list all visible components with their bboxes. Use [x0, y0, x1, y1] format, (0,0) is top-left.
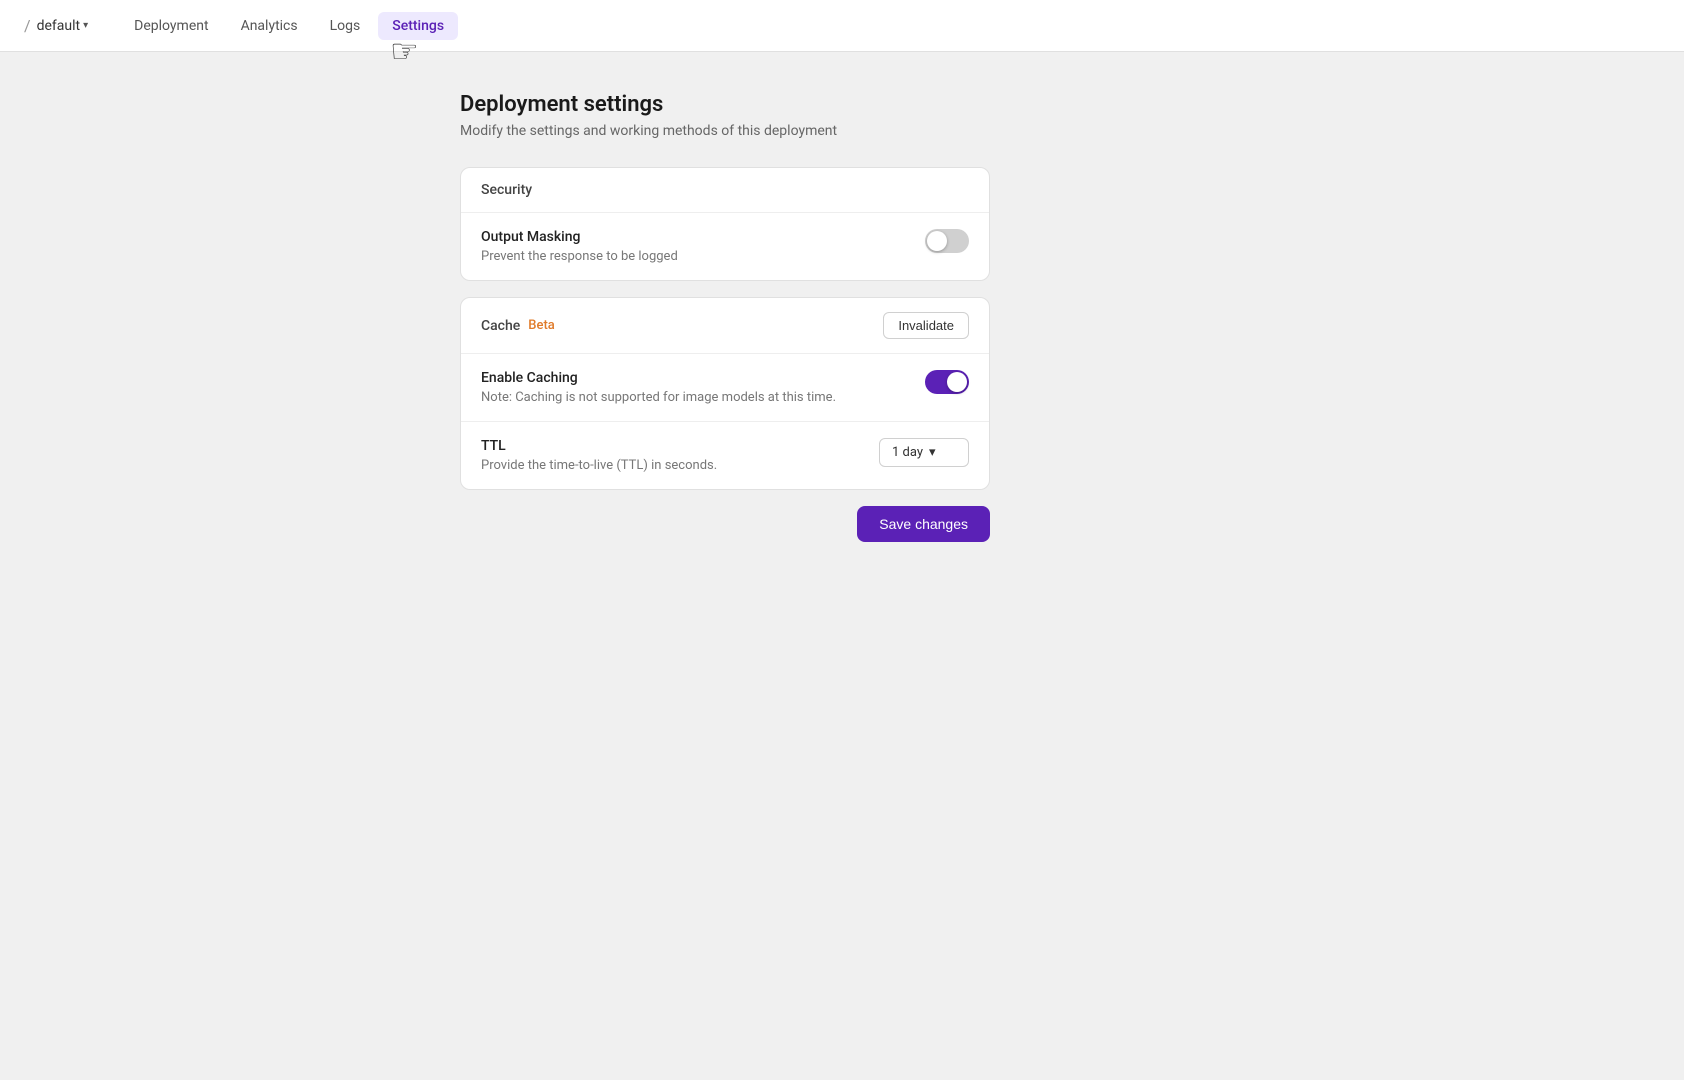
- security-header-label: Security: [481, 182, 532, 198]
- ttl-select[interactable]: 1 day ▾: [879, 438, 969, 467]
- breadcrumb: / default ▾: [24, 16, 88, 35]
- nav-tabs: Deployment Analytics Logs Settings: [120, 12, 458, 40]
- enable-caching-label: Enable Caching: [481, 370, 909, 386]
- output-masking-info: Output Masking Prevent the response to b…: [481, 229, 909, 264]
- output-masking-toggle[interactable]: [925, 229, 969, 253]
- cache-header-right: Invalidate: [883, 312, 969, 339]
- tab-deployment[interactable]: Deployment: [120, 12, 222, 40]
- breadcrumb-label: default: [37, 18, 81, 34]
- page-subtitle: Modify the settings and working methods …: [460, 123, 1684, 139]
- tab-logs[interactable]: Logs: [316, 12, 375, 40]
- tab-analytics[interactable]: Analytics: [227, 12, 312, 40]
- cache-card-header: Cache Beta Invalidate: [461, 298, 989, 354]
- top-bar: / default ▾ Deployment Analytics Logs Se…: [0, 0, 1684, 52]
- save-btn-row: Save changes: [460, 506, 990, 542]
- output-masking-row: Output Masking Prevent the response to b…: [461, 213, 989, 280]
- enable-caching-toggle[interactable]: [925, 370, 969, 394]
- save-changes-button[interactable]: Save changes: [857, 506, 990, 542]
- ttl-row: TTL Provide the time-to-live (TTL) in se…: [461, 422, 989, 489]
- ttl-info: TTL Provide the time-to-live (TTL) in se…: [481, 438, 863, 473]
- enable-caching-description: Note: Caching is not supported for image…: [481, 390, 909, 405]
- beta-badge: Beta: [528, 318, 555, 333]
- ttl-description: Provide the time-to-live (TTL) in second…: [481, 458, 863, 473]
- chevron-down-icon: ▾: [83, 20, 88, 31]
- cache-card: Cache Beta Invalidate Enable Caching Not…: [460, 297, 990, 490]
- breadcrumb-slash: /: [24, 16, 31, 35]
- page-title: Deployment settings: [460, 92, 1684, 117]
- security-card: Security Output Masking Prevent the resp…: [460, 167, 990, 281]
- security-card-header: Security: [461, 168, 989, 213]
- ttl-label: TTL: [481, 438, 863, 454]
- breadcrumb-default[interactable]: default ▾: [37, 18, 89, 34]
- ttl-selected-value: 1 day: [892, 445, 923, 460]
- enable-caching-info: Enable Caching Note: Caching is not supp…: [481, 370, 909, 405]
- ttl-chevron-icon: ▾: [929, 445, 936, 460]
- main-content: Deployment settings Modify the settings …: [0, 52, 1684, 582]
- tab-settings[interactable]: Settings: [378, 12, 458, 40]
- enable-caching-row: Enable Caching Note: Caching is not supp…: [461, 354, 989, 422]
- invalidate-button[interactable]: Invalidate: [883, 312, 969, 339]
- cache-header-label: Cache: [481, 318, 520, 334]
- output-masking-label: Output Masking: [481, 229, 909, 245]
- output-masking-description: Prevent the response to be logged: [481, 249, 909, 264]
